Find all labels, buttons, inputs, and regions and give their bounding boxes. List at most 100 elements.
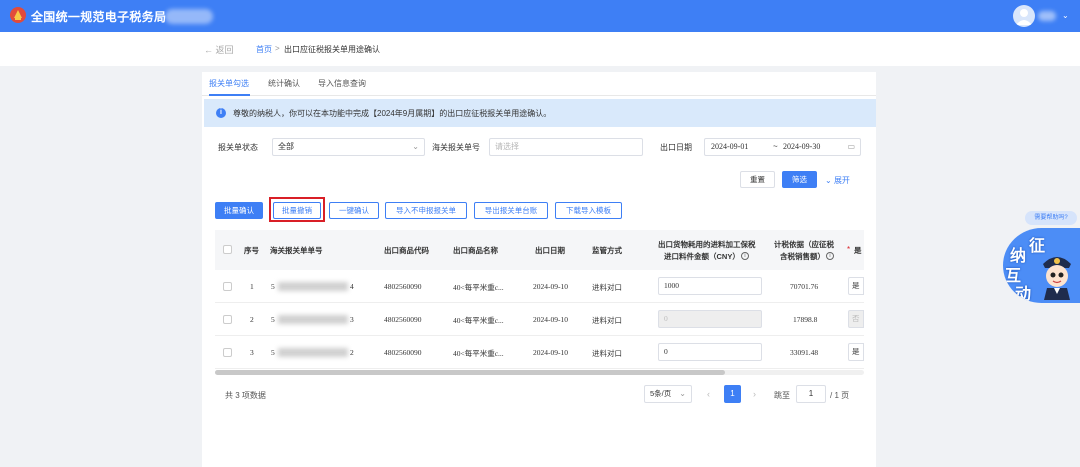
app-title: 全国统一规范电子税务局 <box>31 10 167 24</box>
cell-customs-no-suffix: 4 <box>350 282 354 291</box>
user-icon <box>1016 9 1032 25</box>
cell-customs-no-prefix: 5 <box>271 282 275 291</box>
highlight-annotation-box <box>269 197 325 222</box>
breadcrumb: ← 返回 首页 > 出口应征税报关单用途确认 <box>0 32 1080 66</box>
cell-customs-no-suffix: 3 <box>350 315 354 324</box>
customs-no-placeholder: 请选择 <box>495 142 519 151</box>
mascot-icon <box>1043 257 1071 300</box>
th-customs-no: 海关报关单单号 <box>270 246 323 255</box>
tab-import-query[interactable]: 导入信息查询 <box>318 78 366 89</box>
total-count: 共 3 项数据 <box>225 391 266 400</box>
cell-supervision: 进料对口 <box>592 316 622 325</box>
blurred-customs-no <box>278 315 348 324</box>
export-date-label: 出口日期 <box>660 143 692 152</box>
blurred-customs-no <box>278 348 348 357</box>
row-checkbox[interactable] <box>223 282 232 291</box>
tab-declaration-select[interactable]: 报关单勾选 <box>209 78 249 89</box>
scrollbar-thumb[interactable] <box>215 370 725 375</box>
cell-seq: 2 <box>250 315 254 324</box>
cell-export-date: 2024-09-10 <box>533 348 568 357</box>
top-header: 全国统一规范电子税务局 ⌄ <box>0 0 1080 32</box>
is-select-disabled: 否 <box>848 310 864 328</box>
th-import-amount-line1: 出口货物耗用的进料加工保税 <box>658 240 756 249</box>
cell-supervision: 进料对口 <box>592 349 622 358</box>
is-select[interactable]: 是 <box>848 277 864 295</box>
breadcrumb-home[interactable]: 首页 <box>256 44 272 55</box>
assistant-widget[interactable]: 征 纳 互 动 <box>1003 228 1080 303</box>
help-circle-icon[interactable]: i <box>741 252 749 260</box>
cell-goods-code: 4802560090 <box>384 282 422 291</box>
customs-no-select[interactable]: 请选择 <box>489 138 643 156</box>
user-avatar[interactable] <box>1013 5 1035 27</box>
tax-emblem-icon <box>10 7 26 23</box>
export-ledger-button[interactable]: 导出报关单台账 <box>474 202 548 219</box>
table-row: 3 5 2 4802560090 40<每平米重c... 2024-09-10 … <box>215 336 864 369</box>
page-size-select[interactable]: 5条/页 ⌄ <box>644 385 692 403</box>
status-select[interactable]: 全部 ⌄ <box>272 138 425 156</box>
th-goods-name: 出口商品名称 <box>453 246 498 255</box>
cell-seq: 1 <box>250 282 254 291</box>
cell-tax-basis: 33091.48 <box>790 348 819 357</box>
amount-input[interactable]: 0 <box>658 343 762 361</box>
cell-tax-basis: 70701.76 <box>790 282 819 291</box>
table-header: 序号 海关报关单单号 出口商品代码 出口商品名称 出口日期 监管方式 出口货物耗… <box>215 230 864 270</box>
date-end: 2024-09-30 <box>783 142 821 151</box>
help-bubble[interactable]: 需要帮助吗? <box>1025 211 1077 225</box>
help-circle-icon[interactable]: i <box>826 252 834 260</box>
cell-goods-name: 40<每平米重c... <box>453 316 504 325</box>
expand-toggle[interactable]: ⌄ 展开 <box>825 175 850 186</box>
horizontal-scrollbar[interactable] <box>215 370 864 375</box>
assistant-char: 动 <box>1015 286 1032 303</box>
chevron-down-icon: ⌄ <box>825 176 834 185</box>
cell-goods-code: 4802560090 <box>384 315 422 324</box>
reset-button[interactable]: 重置 <box>740 171 775 188</box>
row-checkbox[interactable] <box>223 315 232 324</box>
page-size-value: 5条/页 <box>650 389 672 398</box>
batch-confirm-button[interactable]: 批量确认 <box>215 202 263 219</box>
row-checkbox[interactable] <box>223 348 232 357</box>
expand-label: 展开 <box>833 176 850 185</box>
customs-no-label: 海关报关单号 <box>432 143 480 152</box>
cell-customs-no-suffix: 2 <box>350 348 354 357</box>
select-all-checkbox[interactable] <box>223 245 232 254</box>
cell-goods-name: 40<每平米重c... <box>453 349 504 358</box>
amount-input-disabled: 0 <box>658 310 762 328</box>
is-select[interactable]: 是 <box>848 343 864 361</box>
cell-tax-basis: 17898.8 <box>793 315 818 324</box>
filter-button[interactable]: 筛选 <box>782 171 817 188</box>
cell-customs-no-prefix: 5 <box>271 348 275 357</box>
notice-banner: i 尊敬的纳税人，你可以在本功能中完成【2024年9月属期】的出口应征税报关单用… <box>204 99 876 127</box>
download-template-button[interactable]: 下载导入模板 <box>555 202 622 219</box>
chevron-down-icon[interactable]: ⌄ <box>1062 11 1069 20</box>
blurred-region-tag <box>165 9 213 24</box>
next-page-icon[interactable]: › <box>753 389 756 399</box>
breadcrumb-current: 出口应征税报关单用途确认 <box>284 45 380 54</box>
cell-customs-no-prefix: 5 <box>271 315 275 324</box>
th-goods-code: 出口商品代码 <box>384 246 429 255</box>
cell-export-date: 2024-09-10 <box>533 315 568 324</box>
amount-input[interactable]: 1000 <box>658 277 762 295</box>
required-asterisk: * <box>847 245 851 254</box>
calendar-icon: ▭ <box>847 142 855 151</box>
blurred-customs-no <box>278 282 348 291</box>
table-row: 1 5 4 4802560090 40<每平米重c... 2024-09-10 … <box>215 270 864 303</box>
th-import-amount-line2: 进口料件金额（CNY） <box>664 252 740 261</box>
one-click-confirm-button[interactable]: 一键确认 <box>329 202 379 219</box>
active-tab-indicator <box>209 94 250 96</box>
back-link[interactable]: ← 返回 <box>204 43 234 56</box>
cell-supervision: 进料对口 <box>592 283 622 292</box>
th-tax-basis-line2: 含税销售额） <box>780 252 825 261</box>
import-non-declare-button[interactable]: 导入不申报报关单 <box>385 202 467 219</box>
page-number-current[interactable]: 1 <box>724 385 741 403</box>
jump-page-input[interactable]: 1 <box>796 385 826 403</box>
cell-export-date: 2024-09-10 <box>533 282 568 291</box>
notice-text: 尊敬的纳税人，你可以在本功能中完成【2024年9月属期】的出口应征税报关单用途确… <box>233 109 552 118</box>
prev-page-icon[interactable]: ‹ <box>707 389 710 399</box>
breadcrumb-separator: > <box>275 44 280 53</box>
table-row: 2 5 3 4802560090 40<每平米重c... 2024-09-10 … <box>215 303 864 336</box>
chevron-down-icon: ⌄ <box>679 389 686 398</box>
th-supervision: 监管方式 <box>592 246 622 255</box>
tab-statistics-confirm[interactable]: 统计确认 <box>268 78 300 89</box>
export-date-range[interactable]: 2024-09-01 ~ 2024-09-30 ▭ <box>704 138 861 156</box>
jump-label: 跳至 <box>774 391 790 400</box>
